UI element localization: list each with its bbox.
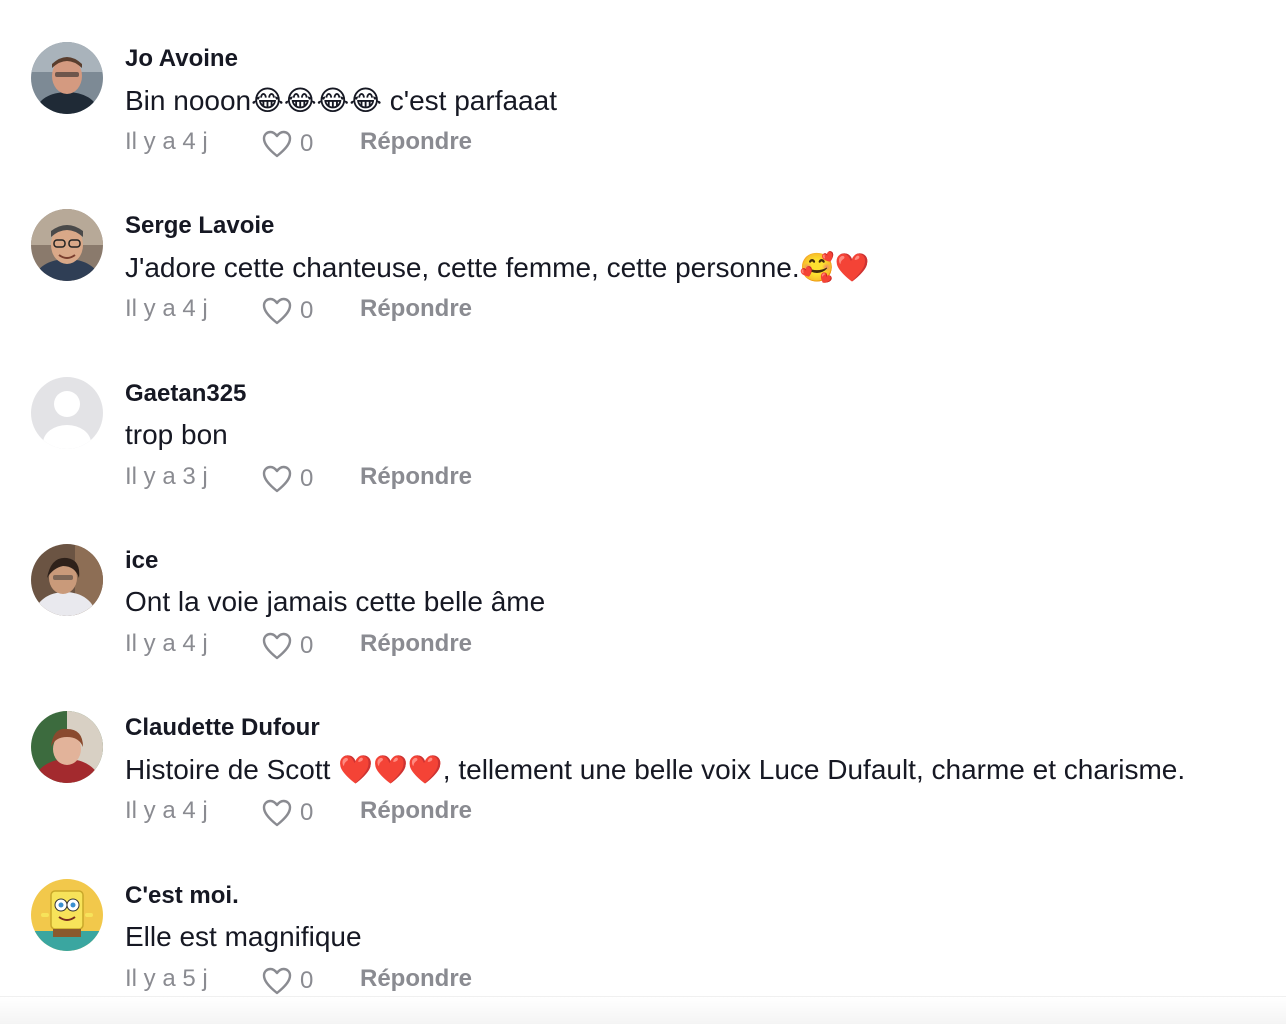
heart-icon: [262, 967, 292, 995]
comment-item: Gaetan325 trop bon Il y a 3 j 0 Répondre: [0, 377, 1286, 527]
avatar[interactable]: [31, 42, 103, 114]
like-count: 0: [300, 632, 314, 659]
comment-item: Jo Avoine Bin nooon😂😂😂😂 c'est parfaaat I…: [0, 42, 1286, 192]
comment-timestamp: Il y a 3 j: [125, 463, 208, 490]
comment-username[interactable]: ice: [125, 547, 158, 575]
comment-text: Elle est magnifique: [125, 921, 362, 952]
like-count: 0: [300, 465, 314, 492]
comment-text: Bin nooon😂😂😂😂 c'est parfaaat: [125, 85, 557, 116]
like-count: 0: [300, 130, 314, 157]
like-count: 0: [300, 967, 314, 994]
comment-timestamp: Il y a 4 j: [125, 797, 208, 824]
heart-icon: [262, 632, 292, 660]
comment-timestamp: Il y a 4 j: [125, 295, 208, 322]
heart-icon: [262, 465, 292, 493]
avatar[interactable]: [31, 544, 103, 616]
comment-text: Histoire de Scott ❤️❤️❤️, tellement une …: [125, 754, 1186, 785]
comment-timestamp: Il y a 4 j: [125, 128, 208, 155]
comment-username[interactable]: C'est moi.: [125, 882, 239, 910]
like-count: 0: [300, 799, 314, 826]
comment-username[interactable]: Jo Avoine: [125, 45, 238, 73]
reply-button[interactable]: Répondre: [360, 295, 472, 323]
avatar[interactable]: [31, 209, 103, 281]
comment-item: Serge Lavoie J'adore cette chanteuse, ce…: [0, 209, 1286, 359]
comment-list: Jo Avoine Bin nooon😂😂😂😂 c'est parfaaat I…: [0, 0, 1286, 1024]
comment-text: J'adore cette chanteuse, cette femme, ce…: [125, 252, 870, 283]
comment-item: Claudette Dufour Histoire de Scott ❤️❤️❤…: [0, 711, 1286, 861]
heart-icon: [262, 130, 292, 158]
heart-icon: [262, 799, 292, 827]
reply-button[interactable]: Répondre: [360, 128, 472, 156]
avatar[interactable]: [31, 377, 103, 449]
like-count: 0: [300, 297, 314, 324]
reply-button[interactable]: Répondre: [360, 630, 472, 658]
avatar[interactable]: [31, 879, 103, 951]
reply-button[interactable]: Répondre: [360, 463, 472, 491]
comment-text: Ont la voie jamais cette belle âme: [125, 586, 546, 617]
reply-button[interactable]: Répondre: [360, 965, 472, 993]
comment-text: trop bon: [125, 419, 228, 450]
reply-button[interactable]: Répondre: [360, 797, 472, 825]
bottom-edge: [0, 996, 1286, 1024]
comment-timestamp: Il y a 4 j: [125, 630, 208, 657]
avatar[interactable]: [31, 711, 103, 783]
comment-item: ice Ont la voie jamais cette belle âme I…: [0, 544, 1286, 694]
comment-timestamp: Il y a 5 j: [125, 965, 208, 992]
heart-icon: [262, 297, 292, 325]
comment-username[interactable]: Gaetan325: [125, 380, 246, 408]
comment-username[interactable]: Claudette Dufour: [125, 714, 320, 742]
comment-username[interactable]: Serge Lavoie: [125, 212, 274, 240]
